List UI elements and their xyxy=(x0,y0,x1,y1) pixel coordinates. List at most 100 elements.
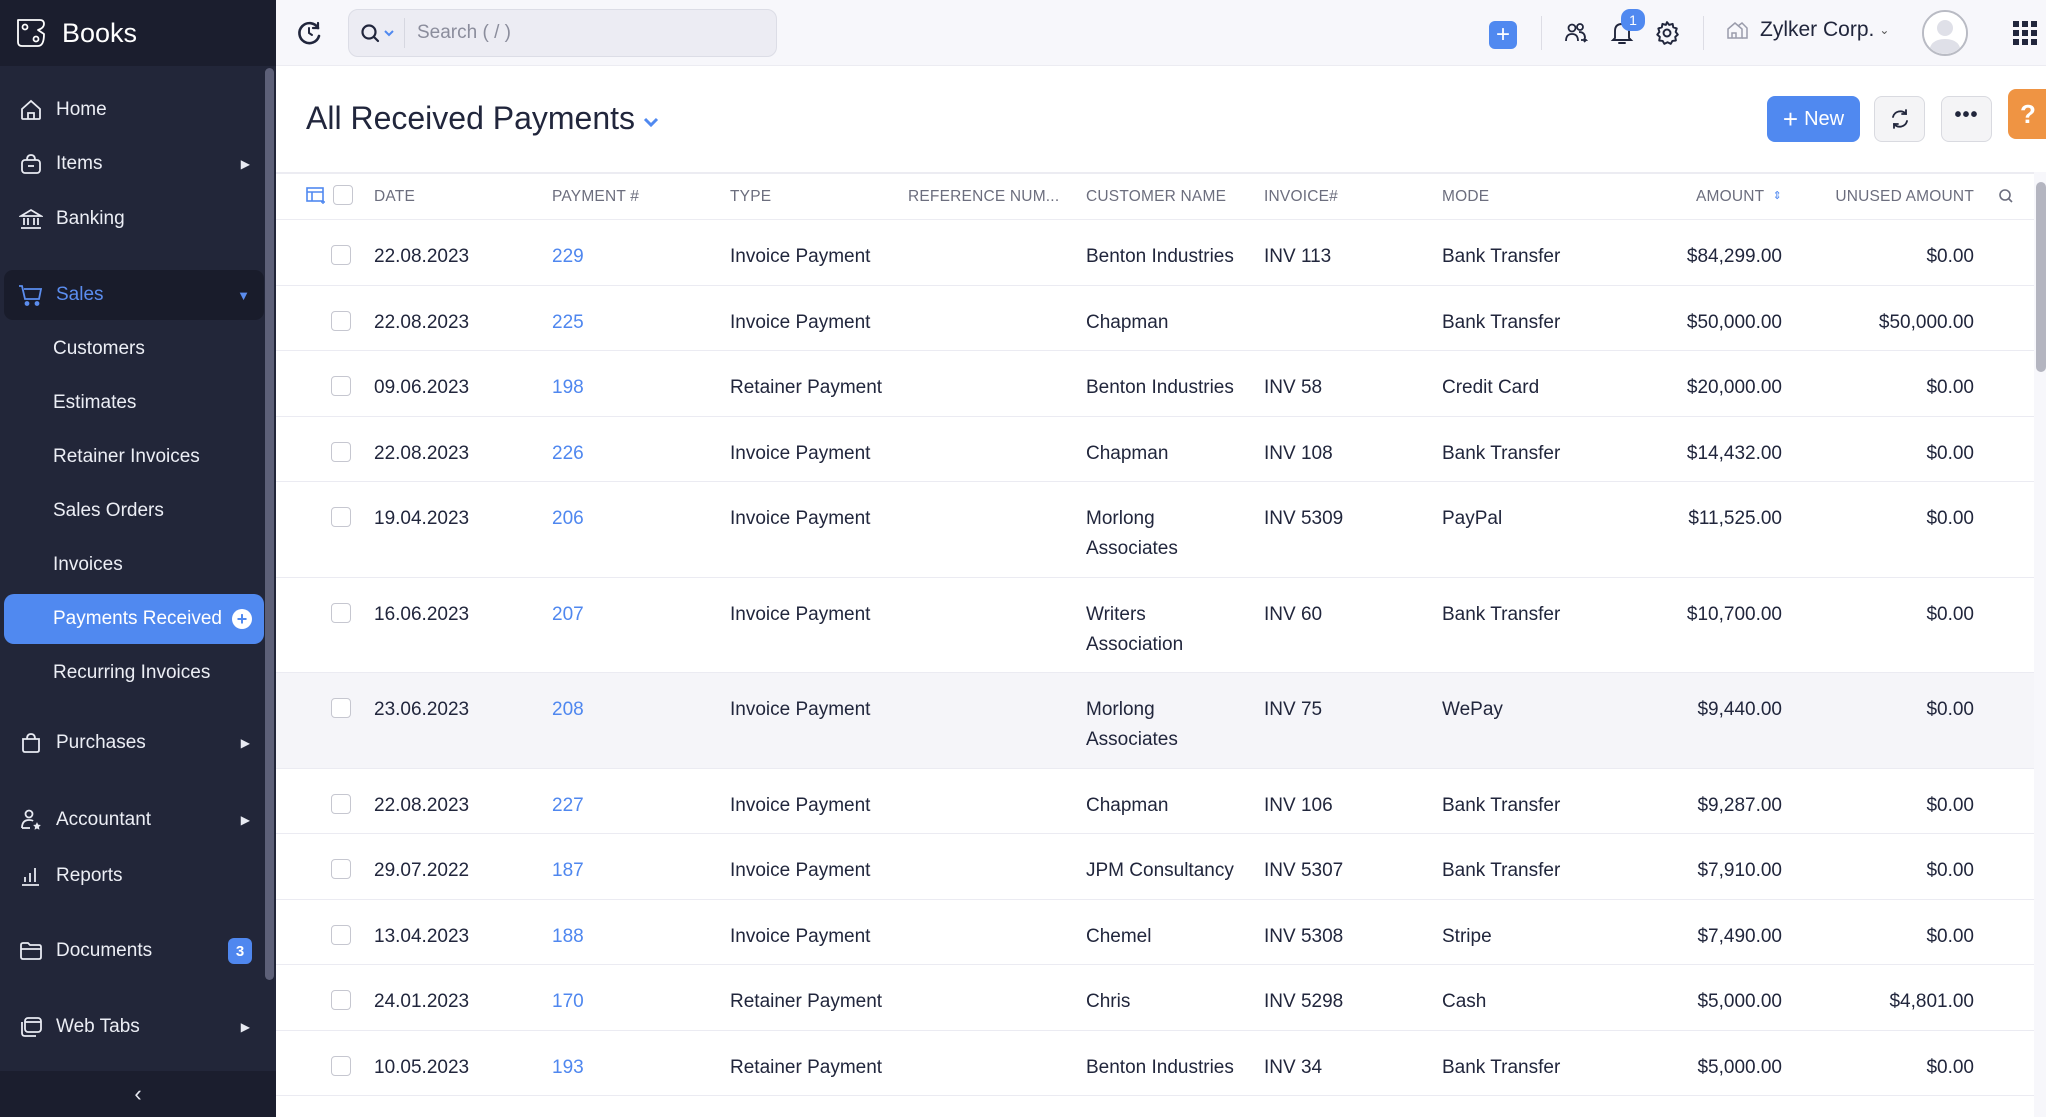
column-header-payment-number[interactable]: PAYMENT # xyxy=(552,188,639,206)
sidebar-subitem-customers[interactable]: Customers xyxy=(4,324,264,374)
cell-customer: Benton Industries xyxy=(1086,377,1234,398)
cell-date: 22.08.2023 xyxy=(374,311,470,333)
quick-create-button[interactable]: + xyxy=(1489,21,1517,49)
row-checkbox[interactable] xyxy=(331,698,351,718)
cell-payment-no[interactable]: 170 xyxy=(552,987,584,1017)
cell-payment-no[interactable]: 229 xyxy=(552,242,584,272)
brand-name: Books xyxy=(62,17,138,48)
cell-amount: $5,000.00 xyxy=(1697,991,1782,1012)
table-scrollbar[interactable] xyxy=(2034,172,2046,1117)
sidebar-scrollbar[interactable] xyxy=(265,68,274,980)
table-row[interactable]: 22.08.2023 229 Invoice Payment Benton Indus… xyxy=(276,220,2034,286)
search-input[interactable] xyxy=(405,22,705,44)
table-row[interactable]: 09.06.2023 198 Retainer Payment Benton Indu… xyxy=(276,351,2034,417)
organization-switcher[interactable]: Zylker Corp. ⌄ xyxy=(1726,18,1889,42)
row-checkbox[interactable] xyxy=(331,441,351,462)
sidebar-item-accountant[interactable]: Accountant ▶ xyxy=(4,795,264,845)
cell-payment-no[interactable]: 226 xyxy=(552,439,584,469)
row-checkbox[interactable] xyxy=(331,990,351,1010)
app-launcher-grid-icon[interactable] xyxy=(2013,21,2037,45)
new-payment-button[interactable]: + New xyxy=(1767,96,1860,142)
sidebar-subitem-recurring-invoices[interactable]: Recurring Invoices xyxy=(4,648,264,698)
customize-columns-icon[interactable] xyxy=(306,187,326,210)
table-row[interactable]: 24.01.2023 170 Retainer Payment Chris INV 52… xyxy=(276,965,2034,1031)
add-payment-icon[interactable]: + xyxy=(232,609,252,629)
cell-payment-no[interactable]: 206 xyxy=(552,504,584,534)
column-header-amount[interactable]: AMOUNT ⇕ xyxy=(1696,188,1782,206)
row-checkbox[interactable] xyxy=(331,924,351,945)
row-checkbox[interactable] xyxy=(331,507,351,527)
search-scope-dropdown[interactable] xyxy=(349,18,405,48)
cell-invoice: INV 58 xyxy=(1264,377,1323,398)
cell-payment-no[interactable]: 187 xyxy=(552,856,584,886)
table-row[interactable]: 16.06.2023 207 Invoice Payment Writers Asso… xyxy=(276,578,2034,673)
table-row[interactable]: 22.08.2023 227 Invoice Payment Chapman INV 1… xyxy=(276,769,2034,834)
row-checkbox[interactable] xyxy=(331,245,351,265)
cell-customer: Chapman xyxy=(1086,442,1169,464)
sidebar-item-web-tabs[interactable]: Web Tabs ▶ xyxy=(4,1002,264,1052)
sidebar-item-banking[interactable]: Banking xyxy=(4,194,264,244)
table-row[interactable]: 10.05.2023 193 Retainer Payment Benton Indu… xyxy=(276,1031,2034,1096)
settings-gear-icon[interactable] xyxy=(1652,18,1682,48)
user-avatar[interactable] xyxy=(1922,10,1968,56)
cell-payment-no[interactable]: 227 xyxy=(552,791,584,821)
table-row[interactable]: 19.04.2023 206 Invoice Payment Morlong Asso… xyxy=(276,482,2034,578)
select-all-checkbox[interactable] xyxy=(333,185,353,205)
recent-activity-icon[interactable] xyxy=(297,20,323,46)
cell-payment-no[interactable]: 188 xyxy=(552,922,584,952)
help-button[interactable]: ? xyxy=(2008,89,2046,139)
refresh-button[interactable] xyxy=(1874,96,1925,142)
cell-payment-no[interactable]: 193 xyxy=(552,1053,584,1083)
column-header-reference-number[interactable]: REFERENCE NUM... xyxy=(908,188,1059,206)
sidebar-subitem-sales-orders[interactable]: Sales Orders xyxy=(4,486,264,536)
cell-amount: $5,000.00 xyxy=(1697,1056,1782,1078)
column-header-invoice-number[interactable]: INVOICE# xyxy=(1264,188,1338,206)
row-checkbox[interactable] xyxy=(331,376,351,396)
row-checkbox[interactable] xyxy=(331,859,351,879)
more-options-button[interactable]: ••• xyxy=(1941,96,1992,142)
sidebar-subitem-invoices[interactable]: Invoices xyxy=(4,540,264,590)
view-selector[interactable]: All Received Payments xyxy=(306,100,659,137)
refresh-icon xyxy=(1891,109,1908,129)
table-row[interactable]: 22.08.2023 225 Invoice Payment Chapman Bank … xyxy=(276,286,2034,351)
column-header-customer-name[interactable]: CUSTOMER NAME xyxy=(1086,188,1226,206)
cell-type: Invoice Payment xyxy=(730,508,871,529)
bar-chart-icon xyxy=(18,863,44,889)
column-header-date[interactable]: DATE xyxy=(374,188,415,206)
column-header-type[interactable]: TYPE xyxy=(730,188,771,206)
table-row[interactable]: 13.04.2023 188 Invoice Payment Chemel INV 53… xyxy=(276,900,2034,965)
row-checkbox[interactable] xyxy=(331,1055,351,1076)
cell-payment-no[interactable]: 208 xyxy=(552,695,584,725)
sidebar-item-documents[interactable]: Documents 3 xyxy=(4,926,264,976)
sidebar-subitem-payments-received[interactable]: Payments Received + xyxy=(4,594,264,644)
sidebar-item-sales[interactable]: Sales ▼ xyxy=(4,270,264,320)
sidebar-item-purchases[interactable]: Purchases ▶ xyxy=(4,718,264,768)
cell-customer: Benton Industries xyxy=(1086,246,1234,267)
refer-users-icon[interactable] xyxy=(1561,18,1591,48)
sidebar-item-reports[interactable]: Reports xyxy=(4,851,264,901)
cell-mode: Bank Transfer xyxy=(1442,311,1561,333)
column-header-mode[interactable]: MODE xyxy=(1442,188,1489,206)
cell-unused: $0.00 xyxy=(1926,377,1974,398)
cell-payment-no[interactable]: 207 xyxy=(552,600,584,630)
sidebar-subitem-estimates[interactable]: Estimates xyxy=(4,378,264,428)
table-row[interactable]: 23.06.2023 208 Invoice Payment Morlong Asso… xyxy=(276,673,2034,769)
row-checkbox[interactable] xyxy=(331,602,351,623)
sidebar-item-home[interactable]: Home xyxy=(4,85,264,135)
brand[interactable]: Books xyxy=(0,0,276,66)
column-header-unused-amount[interactable]: UNUSED AMOUNT xyxy=(1835,188,1974,206)
sidebar-subitem-retainer-invoices[interactable]: Retainer Invoices xyxy=(4,432,264,482)
cell-date: 16.06.2023 xyxy=(374,603,470,625)
row-checkbox[interactable] xyxy=(331,793,351,814)
row-checkbox[interactable] xyxy=(331,310,351,331)
cell-type: Invoice Payment xyxy=(730,442,871,464)
table-row[interactable]: 29.07.2022 187 Invoice Payment JPM Consulta… xyxy=(276,834,2034,900)
scrollbar-thumb[interactable] xyxy=(2036,182,2046,372)
table-row[interactable]: 22.08.2023 226 Invoice Payment Chapman INV 1… xyxy=(276,417,2034,482)
collapse-sidebar-button[interactable]: ‹ xyxy=(0,1071,276,1117)
table-search-icon[interactable] xyxy=(1998,188,2014,209)
cell-payment-no[interactable]: 198 xyxy=(552,373,584,403)
cell-payment-no[interactable]: 225 xyxy=(552,308,584,338)
sidebar-item-items[interactable]: Items ▶ xyxy=(4,139,264,189)
page-title: All Received Payments xyxy=(306,100,636,136)
